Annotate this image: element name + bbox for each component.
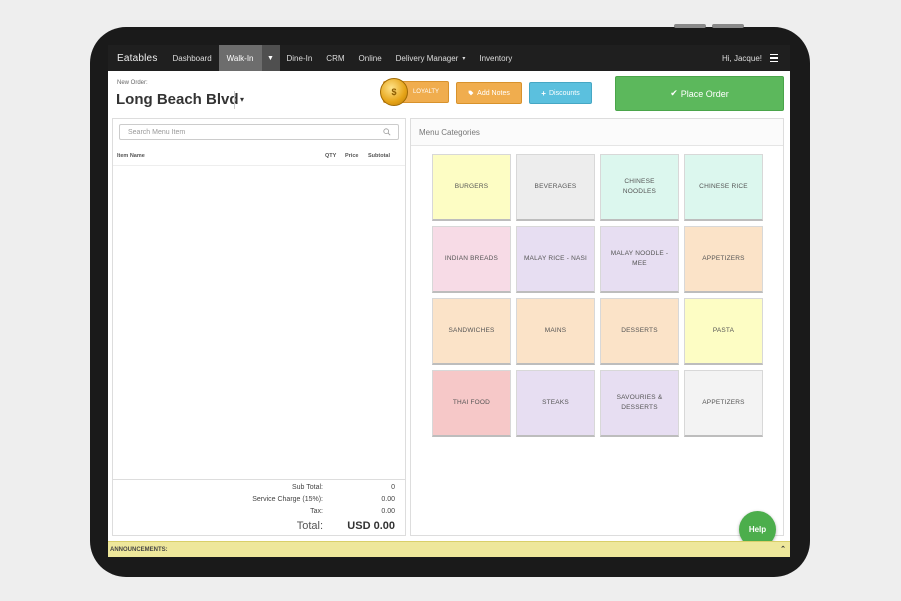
nav-inventory[interactable]: Inventory (472, 45, 519, 71)
order-items-panel: Search Menu Item Item Name QTY Price Sub… (112, 118, 406, 536)
discounts-label: Discounts (548, 89, 580, 97)
place-order-label: Place Order (680, 88, 729, 99)
top-navbar: Eatables Dashboard Walk-In ▼ Dine-In CRM… (108, 45, 790, 71)
new-order-label: New Order: (117, 80, 148, 86)
hamburger-menu-icon[interactable] (770, 53, 778, 63)
category-tile[interactable]: BEVERAGES (516, 154, 595, 221)
loyalty-button[interactable]: $ LOYALTY (380, 78, 449, 106)
plus-icon: + (541, 88, 546, 98)
tax-value: 0.00 (381, 508, 395, 515)
tax-label: Tax: (310, 508, 323, 515)
chevron-up-icon[interactable]: ⌃ (780, 545, 786, 553)
divider (234, 91, 235, 109)
location-dropdown-icon[interactable]: ▾ (240, 95, 244, 104)
order-table-header: Item Name QTY Price Subtotal (117, 153, 397, 165)
category-tile[interactable]: THAI FOOD (432, 370, 511, 437)
add-notes-button[interactable]: Add Notes (456, 82, 522, 104)
nav-walk-in-dropdown[interactable]: ▼ (261, 45, 280, 71)
service-charge-label: Service Charge (15%): (252, 496, 323, 503)
column-subtotal: Subtotal (368, 153, 390, 159)
brand-logo[interactable]: Eatables (108, 53, 166, 64)
divider (113, 165, 405, 166)
search-placeholder: Search Menu Item (128, 128, 186, 136)
tablet-side-button (674, 24, 706, 28)
add-notes-label: Add Notes (477, 89, 510, 97)
tag-icon (468, 90, 474, 96)
column-item-name: Item Name (117, 153, 145, 159)
nav-delivery-manager-label: Delivery Manager (395, 53, 459, 63)
order-totals: Sub Total: 0 Service Charge (15%): 0.00 … (113, 479, 405, 536)
nav-online[interactable]: Online (352, 45, 389, 71)
total-value: USD 0.00 (347, 520, 395, 532)
nav-dine-in[interactable]: Dine-In (280, 45, 320, 71)
category-tile[interactable]: CHINESE RICE (684, 154, 763, 221)
column-price: Price (345, 153, 359, 159)
checkmark-icon: ✔ (670, 88, 678, 98)
search-icon[interactable] (383, 128, 391, 136)
category-tile[interactable]: INDIAN BREADS (432, 226, 511, 293)
nav-dashboard[interactable]: Dashboard (166, 45, 219, 71)
category-tile[interactable]: DESSERTS (600, 298, 679, 365)
category-tile[interactable]: STEAKS (516, 370, 595, 437)
location-name[interactable]: Long Beach Blvd (116, 91, 239, 108)
announcements-label: ANNOUNCEMENTS: (110, 546, 168, 553)
nav-crm[interactable]: CRM (319, 45, 351, 71)
menu-categories-panel: Menu Categories BURGERS BEVERAGES CHINESE … (410, 118, 784, 536)
caret-down-icon: ▾ (462, 55, 466, 62)
order-header: New Order: Long Beach Blvd ▾ $ LOYALTY A… (108, 71, 790, 115)
pos-screen: Eatables Dashboard Walk-In ▼ Dine-In CRM… (108, 45, 790, 557)
search-input[interactable]: Search Menu Item (119, 124, 399, 140)
nav-delivery-manager[interactable]: Delivery Manager ▾ (389, 45, 473, 71)
announcements-bar[interactable]: ANNOUNCEMENTS: ⌃ (108, 541, 790, 557)
caret-down-icon: ▼ (267, 54, 274, 62)
service-charge-value: 0.00 (381, 496, 395, 503)
category-tile[interactable]: MALAY RICE - NASI (516, 226, 595, 293)
sub-total-value: 0 (391, 484, 395, 491)
loyalty-coin-icon: $ (380, 78, 408, 106)
nav-walk-in[interactable]: Walk-In (218, 45, 262, 71)
category-tile[interactable]: PASTA (684, 298, 763, 365)
category-tile[interactable]: CHINESE NOODLES (600, 154, 679, 221)
column-qty: QTY (325, 153, 337, 159)
total-label: Total: (296, 520, 323, 532)
category-tile[interactable]: SAVOURIES & DESSERTS (600, 370, 679, 437)
tablet-side-button (712, 24, 744, 28)
sub-total-label: Sub Total: (291, 484, 323, 491)
category-tile[interactable]: MALAY NOODLE - MEE (600, 226, 679, 293)
category-tile[interactable]: SANDWICHES (432, 298, 511, 365)
loyalty-label: LOYALTY (412, 89, 440, 95)
user-greeting[interactable]: Hi, Jacque! (722, 54, 762, 63)
menu-categories-heading: Menu Categories (411, 119, 783, 146)
category-tile[interactable]: APPETIZERS (684, 370, 763, 437)
category-tile[interactable]: APPETIZERS (684, 226, 763, 293)
place-order-button[interactable]: ✔ Place Order (615, 76, 784, 111)
category-tile[interactable]: BURGERS (432, 154, 511, 221)
category-tile[interactable]: MAINS (516, 298, 595, 365)
discounts-button[interactable]: + Discounts (529, 82, 592, 104)
